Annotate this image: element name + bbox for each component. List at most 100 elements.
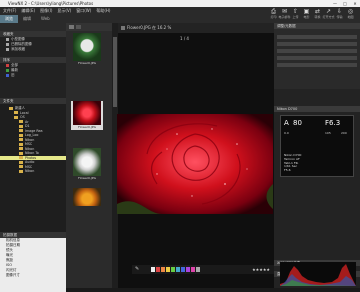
folder-icon xyxy=(19,165,23,169)
thumbnail-item[interactable]: Flower0.JPG xyxy=(71,33,103,66)
scroll-thumb[interactable] xyxy=(113,37,117,107)
minimize-button[interactable]: — xyxy=(330,0,340,7)
slider-track[interactable] xyxy=(277,49,357,53)
file-label: Flower0.JPG 在 16.2 % xyxy=(127,25,172,30)
label-buttons xyxy=(151,267,201,272)
label-8[interactable] xyxy=(191,267,195,272)
folder-icon xyxy=(9,106,13,110)
menu-window[interactable]: 窗口(W) xyxy=(76,8,91,14)
folder-icon xyxy=(19,151,23,155)
folder-tree: 新建人 Local OS Ar D1 Image Rea Log_Loo Nikon MSC Ni… xyxy=(0,104,66,232)
movie-button[interactable]: ▣ 电影 xyxy=(301,7,312,23)
label-icon xyxy=(6,64,9,67)
label-0[interactable] xyxy=(151,267,155,272)
open-with-button[interactable]: ↗ 打开方式 xyxy=(323,7,335,23)
folder-icon xyxy=(19,169,23,173)
metadata-list: 相机信息 拍摄日期 镜头 曝光 焦距 ISO 闪光灯 图像尺寸 xyxy=(0,238,66,292)
menu-file[interactable]: 文件(F) xyxy=(3,8,16,14)
email-button[interactable]: ✉ 电子邮件 xyxy=(279,7,291,23)
compare-icon[interactable] xyxy=(121,26,125,30)
folder-icon xyxy=(19,160,23,164)
slider-track[interactable] xyxy=(277,42,357,46)
tab-browse[interactable]: 浏览 xyxy=(0,15,18,23)
shutter-value: 80 xyxy=(293,119,302,127)
nav-toolbar xyxy=(0,23,66,31)
menu-image[interactable]: 图像(I) xyxy=(40,8,52,14)
label-icon xyxy=(6,74,9,77)
label-4[interactable] xyxy=(171,267,175,272)
focal-value: 200 xyxy=(341,131,347,135)
iso-value: 105 xyxy=(325,131,331,135)
label-icon xyxy=(6,69,9,72)
transfer-button[interactable]: ⇩ 传输 xyxy=(334,7,345,23)
folder-icon xyxy=(19,120,23,124)
folder-item[interactable]: Nikon xyxy=(0,169,66,174)
thumbnail-image xyxy=(73,148,101,176)
adjust-panel xyxy=(274,29,360,89)
convert-button[interactable]: ⇄ 转换 xyxy=(312,7,323,23)
rating-bar: ✎ ★★★★★ xyxy=(132,265,274,274)
tab-edit[interactable]: 编辑 xyxy=(18,15,36,23)
pencil-icon[interactable]: ✎ xyxy=(135,267,140,272)
folder-icon xyxy=(19,138,23,142)
thumbnail-item[interactable]: Flower0.JPG xyxy=(71,148,103,181)
folder-icon xyxy=(14,111,18,115)
transfer-icon: ⇩ xyxy=(336,8,343,15)
upload-button[interactable]: ⇧ 上传 xyxy=(290,7,301,23)
star-rating[interactable]: ★★★★★ xyxy=(252,267,270,272)
thumbnail-item[interactable] xyxy=(71,188,103,206)
maximize-button[interactable]: □ xyxy=(340,0,350,7)
metadata-item[interactable]: 图像尺寸 xyxy=(0,273,66,278)
main-photo xyxy=(117,114,273,214)
camera-info-header[interactable]: Nikon D700 xyxy=(274,106,360,112)
label-6[interactable] xyxy=(181,267,185,272)
title-bar: ViewNX 2 - C:\Users\yliang\Pictures\Phot… xyxy=(0,0,360,7)
thumbnail-strip: Flower0.JPG Flower0.JPG Flower0.JPG xyxy=(66,23,112,288)
slider-track[interactable] xyxy=(277,35,357,39)
label-5[interactable] xyxy=(176,267,180,272)
viewer-toolbar: Flower0.JPG 在 16.2 % xyxy=(118,23,274,33)
image-counter: 1 / 4 xyxy=(180,36,189,41)
histogram-chart xyxy=(280,262,356,286)
camera-details: Nikon D700 Tamron AF Tabl-1 Flb 1/61 Sec… xyxy=(284,153,302,173)
tab-web[interactable]: Web xyxy=(36,15,55,23)
camera-info-panel: A 80 F6.3 0.0 105 200 Nikon D700 Tamron … xyxy=(280,115,354,177)
thumbnail-image xyxy=(73,33,101,61)
label-9[interactable] xyxy=(196,267,200,272)
convert-icon: ⇄ xyxy=(314,8,321,15)
map-button[interactable]: ◎ 地图 xyxy=(345,7,356,23)
mode-value: A xyxy=(284,119,289,127)
film-icon: ▣ xyxy=(303,8,310,15)
slider-track[interactable] xyxy=(277,63,357,67)
slider-track[interactable] xyxy=(277,56,357,60)
ev-value: 0.0 xyxy=(284,131,289,135)
print-icon: ⎙ xyxy=(271,8,276,15)
close-button[interactable]: ✕ xyxy=(350,0,360,7)
toolbar: ⎙ 打印 ✉ 电子邮件 ⇧ 上传 ▣ 电影 ⇄ 转换 ↗ 打开方式 ⇩ 传输 ◎ 地图 xyxy=(220,7,360,23)
window-title: ViewNX 2 - C:\Users\yliang\Pictures\Phot… xyxy=(8,1,94,6)
thumbnail-caption: Flower0.JPG xyxy=(78,176,96,180)
label-7[interactable] xyxy=(186,267,190,272)
strip-toolbar xyxy=(66,23,112,31)
grid-view-icon[interactable] xyxy=(69,25,74,29)
menu-edit[interactable]: 编辑(E) xyxy=(21,8,35,14)
label-2[interactable] xyxy=(161,267,165,272)
label-1[interactable] xyxy=(156,267,160,272)
thumbnail-image xyxy=(73,101,101,125)
label-3[interactable] xyxy=(166,267,170,272)
folder-icon xyxy=(19,124,23,128)
list-view-icon[interactable] xyxy=(76,25,81,29)
aperture-value: F6.3 xyxy=(325,119,341,127)
open-icon: ↗ xyxy=(325,8,332,15)
upload-icon: ⇧ xyxy=(292,8,299,15)
folder-icon xyxy=(19,156,23,160)
thumbnail-image xyxy=(73,188,101,206)
print-button[interactable]: ⎙ 打印 xyxy=(268,7,279,23)
thumbnail-item-selected[interactable]: Flower0.JPG xyxy=(71,101,103,130)
menu-help[interactable]: 帮助(H) xyxy=(96,8,110,14)
folder-icon xyxy=(19,133,23,137)
rose-background xyxy=(117,114,273,214)
thumbnail-caption: Flower0.JPG xyxy=(78,61,96,65)
menu-view[interactable]: 显示(V) xyxy=(57,8,71,14)
thumbnail-caption: Flower0.JPG xyxy=(78,125,96,129)
